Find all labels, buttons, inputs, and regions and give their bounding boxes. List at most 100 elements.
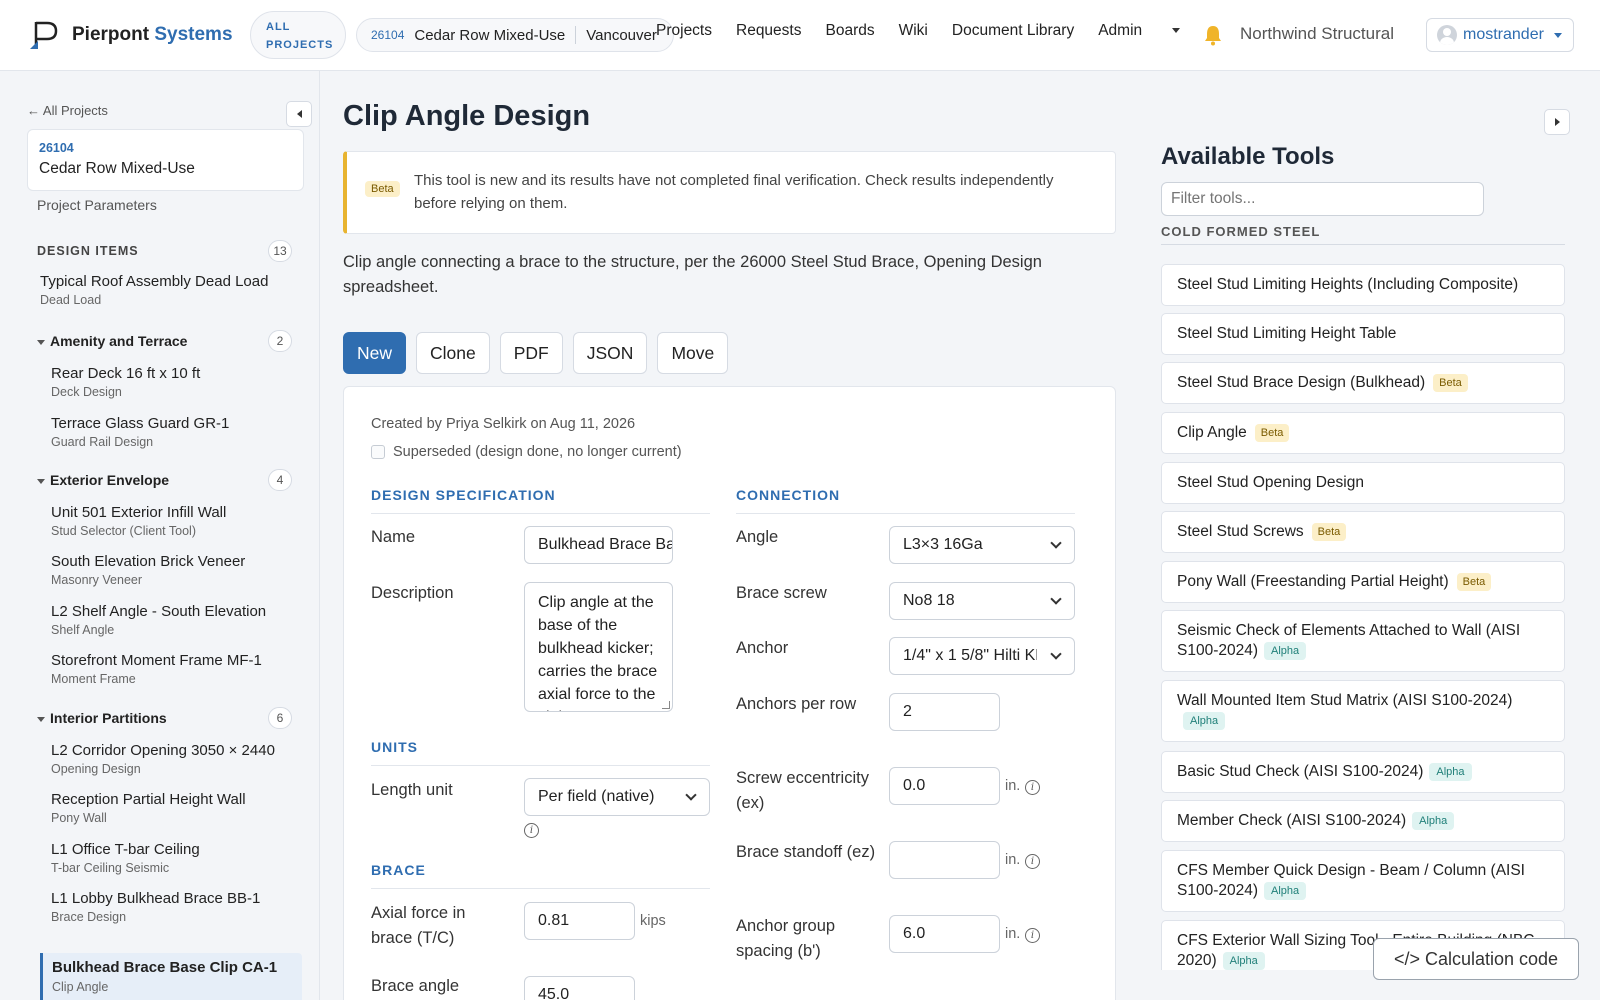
- tool-item-name: Seismic Check of Elements Attached to Wa…: [1177, 622, 1521, 659]
- brace-heading: BRACE: [371, 862, 710, 889]
- pdf-button[interactable]: PDF: [499, 332, 563, 374]
- sidebar-item-subtitle: Pony Wall: [51, 811, 107, 825]
- info-icon[interactable]: i: [1025, 928, 1040, 943]
- sidebar-item-active[interactable]: Bulkhead Brace Base Clip CA-1 Clip Angle: [40, 953, 302, 1000]
- beta-warning-message: This tool is new and its results have no…: [414, 172, 1054, 212]
- collapse-tools-panel-button[interactable]: [1544, 109, 1570, 135]
- brace-standoff-label: Brace standoff (ez): [736, 843, 876, 861]
- bell-icon[interactable]: [1203, 24, 1223, 46]
- group-toggle-interior[interactable]: Interior Partitions: [37, 710, 167, 726]
- sidebar-item[interactable]: Terrace Glass Guard GR-1 Guard Rail Desi…: [40, 411, 302, 457]
- chevron-down-icon: [685, 789, 697, 801]
- nav-projects[interactable]: Projects: [656, 22, 712, 40]
- user-menu-button[interactable]: mostrander: [1426, 18, 1574, 52]
- sidebar-item[interactable]: Reception Partial Height Wall Pony Wall: [40, 787, 302, 833]
- new-button[interactable]: New: [343, 332, 407, 374]
- page-title: Clip Angle Design: [343, 100, 591, 132]
- tool-item[interactable]: Steel Stud Limiting Heights (Including C…: [1161, 264, 1565, 306]
- brace-screw-select[interactable]: No8 18: [889, 582, 1075, 620]
- sidebar-item-subtitle: Clip Angle: [52, 980, 109, 994]
- main-nav: Projects Requests Boards Wiki Document L…: [656, 22, 1228, 40]
- sidebar-item[interactable]: Unit 501 Exterior Infill Wall Stud Selec…: [40, 500, 302, 546]
- sidebar-item[interactable]: L1 Office T-bar Ceiling T-bar Ceiling Se…: [40, 837, 302, 883]
- tool-item[interactable]: Member Check (AISI S100-2024) Alpha: [1161, 800, 1565, 842]
- description-textarea[interactable]: Clip angle at the base of the bulkhead k…: [524, 582, 673, 712]
- brand-name: Pierpont Systems: [72, 24, 233, 45]
- tool-item-name: Steel Stud Opening Design: [1177, 474, 1364, 491]
- collapse-sidebar-button[interactable]: [286, 101, 312, 127]
- nav-admin-label: Admin: [1098, 22, 1143, 39]
- superseded-checkbox-row[interactable]: Superseded (design done, no longer curre…: [371, 444, 682, 460]
- tool-item[interactable]: Wall Mounted Item Stud Matrix (AISI S100…: [1161, 680, 1565, 742]
- sidebar-item-title: Rear Deck 16 ft x 10 ft: [51, 365, 201, 382]
- move-button[interactable]: Move: [657, 332, 729, 374]
- angle-select[interactable]: L3×3 16Ga: [889, 526, 1075, 564]
- axial-force-label: Axial force in brace (T/C): [371, 904, 466, 947]
- filter-tools-input[interactable]: [1161, 182, 1484, 216]
- tool-item-name: Wall Mounted Item Stud Matrix (AISI S100…: [1177, 692, 1513, 709]
- brace-angle-input[interactable]: 45.0: [524, 976, 635, 1000]
- axial-force-input[interactable]: 0.81: [524, 902, 635, 940]
- name-input[interactable]: Bulkhead Brace Base Clip CA-1: [524, 526, 673, 564]
- tool-item[interactable]: Steel Stud Opening Design: [1161, 462, 1565, 504]
- tool-item[interactable]: CFS Member Quick Design - Beam / Column …: [1161, 850, 1565, 912]
- sidebar-item[interactable]: Storefront Moment Frame MF-1 Moment Fram…: [40, 648, 302, 694]
- sidebar-item-title: South Elevation Brick Veneer: [51, 553, 246, 570]
- json-button[interactable]: JSON: [572, 332, 648, 374]
- current-project-pill[interactable]: 26104 Cedar Row Mixed-Use Vancouver: [356, 18, 674, 52]
- group-count: 2: [268, 330, 292, 352]
- group-toggle-amenity[interactable]: Amenity and Terrace: [37, 333, 187, 349]
- resize-grip-icon[interactable]: [662, 701, 670, 709]
- sidebar-project-card[interactable]: 26104 Cedar Row Mixed-Use: [27, 129, 304, 191]
- top-navbar: Pierpont Systems ALL PROJECTS 26104 Ceda…: [0, 0, 1600, 71]
- tool-list: Steel Stud Limiting Heights (Including C…: [1161, 264, 1566, 970]
- tool-item[interactable]: Basic Stud Check (AISI S100-2024) Alpha: [1161, 751, 1565, 793]
- all-projects-line1: ALL: [266, 21, 291, 33]
- chevron-down-icon: [1050, 593, 1062, 605]
- sidebar-item[interactable]: L2 Corridor Opening 3050 × 2440 Opening …: [40, 738, 302, 784]
- tool-item-name: Pony Wall (Freestanding Partial Height): [1177, 573, 1449, 590]
- sidebar-item-title: L2 Shelf Angle - South Elevation: [51, 603, 267, 620]
- brand[interactable]: Pierpont Systems: [28, 20, 233, 50]
- tool-item[interactable]: Clip Angle Beta: [1161, 412, 1565, 454]
- tool-item[interactable]: Steel Stud Brace Design (Bulkhead) Beta: [1161, 362, 1565, 404]
- length-unit-select[interactable]: Per field (native): [524, 778, 710, 816]
- nav-wiki[interactable]: Wiki: [899, 22, 928, 40]
- superseded-checkbox[interactable]: [371, 445, 385, 459]
- connection-heading: CONNECTION: [736, 487, 1075, 514]
- info-icon[interactable]: i: [524, 823, 539, 838]
- design-spec-heading: DESIGN SPECIFICATION: [371, 487, 710, 514]
- sidebar-item[interactable]: Typical Roof Assembly Dead Load Dead Loa…: [40, 269, 302, 315]
- all-projects-button[interactable]: ALL PROJECTS: [250, 11, 346, 59]
- sidebar-item[interactable]: L1 Lobby Bulkhead Brace BB-1 Brace Desig…: [40, 886, 302, 932]
- nav-boards[interactable]: Boards: [825, 22, 874, 40]
- alpha-badge: Alpha: [1183, 711, 1226, 730]
- nav-requests[interactable]: Requests: [736, 22, 801, 40]
- angle-label: Angle: [736, 528, 779, 546]
- screw-eccentricity-input[interactable]: 0.0: [889, 767, 1000, 805]
- nav-admin-dropdown[interactable]: Admin: [1098, 22, 1204, 40]
- anchor-spacing-input[interactable]: 6.0: [889, 915, 1000, 953]
- group-toggle-exterior[interactable]: Exterior Envelope: [37, 472, 169, 488]
- sidebar-item[interactable]: L2 Shelf Angle - South Elevation Shelf A…: [40, 599, 302, 645]
- anchor-spacing-label: Anchor group spacing (b'): [736, 917, 836, 960]
- organization-name[interactable]: Northwind Structural: [1240, 24, 1394, 44]
- info-icon[interactable]: i: [1025, 780, 1040, 795]
- brace-standoff-input[interactable]: [889, 841, 1000, 879]
- tool-item[interactable]: Seismic Check of Elements Attached to Wa…: [1161, 610, 1565, 672]
- info-icon[interactable]: i: [1025, 854, 1040, 869]
- clone-button[interactable]: Clone: [416, 332, 490, 374]
- tool-item[interactable]: Steel Stud Limiting Height Table: [1161, 313, 1565, 355]
- nav-document-library[interactable]: Document Library: [952, 22, 1074, 40]
- back-to-all-projects-link[interactable]: ← All Projects: [27, 103, 108, 118]
- tool-item[interactable]: Steel Stud Screws Beta: [1161, 511, 1565, 553]
- tool-item[interactable]: Pony Wall (Freestanding Partial Height) B…: [1161, 561, 1565, 603]
- calculation-code-button[interactable]: </> Calculation code: [1373, 938, 1579, 980]
- sidebar-item[interactable]: Rear Deck 16 ft x 10 ft Deck Design: [40, 361, 302, 407]
- anchors-per-row-input[interactable]: 2: [889, 693, 1000, 731]
- alpha-badge: Alpha: [1264, 881, 1307, 900]
- project-parameters-link[interactable]: Project Parameters: [37, 197, 157, 213]
- anchor-select[interactable]: 1/4" x 1 5/8" Hilti KH-EZ: [889, 637, 1075, 675]
- sidebar-item[interactable]: South Elevation Brick Veneer Masonry Ven…: [40, 549, 302, 595]
- caret-down-icon: [37, 478, 45, 484]
